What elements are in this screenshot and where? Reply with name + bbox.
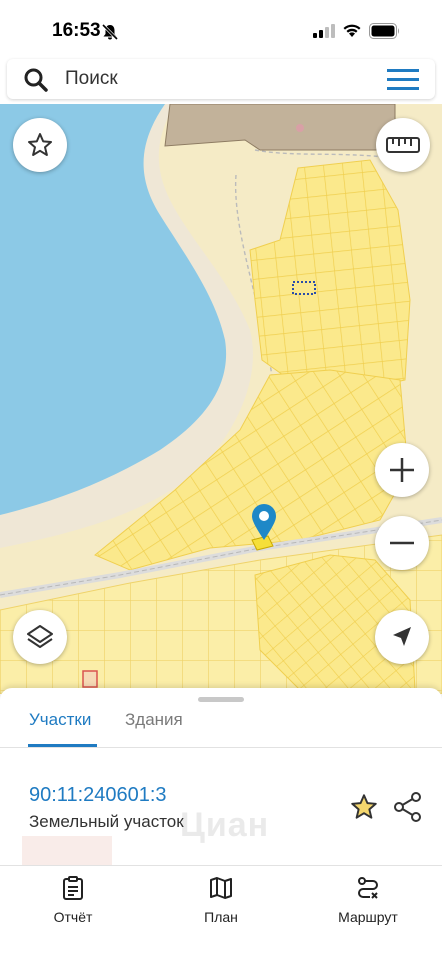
parcel-type: Земельный участок <box>29 812 184 831</box>
zoom-out-button[interactable] <box>375 516 429 570</box>
bottom-nav: Отчёт План Маршрут <box>0 865 442 961</box>
status-bar: 16:53 <box>0 0 442 60</box>
ruler-button[interactable] <box>376 118 430 172</box>
tab-buildings[interactable]: Здания <box>125 710 183 730</box>
zoom-in-button[interactable] <box>375 443 429 497</box>
search-icon[interactable] <box>23 67 49 93</box>
cadastral-number[interactable]: 90:11:240601:3 <box>29 784 167 807</box>
ruler-icon <box>386 137 420 153</box>
layers-button[interactable] <box>13 610 67 664</box>
nav-plan[interactable]: План <box>151 866 291 925</box>
plus-icon <box>390 458 414 482</box>
search-bar[interactable]: Поиск <box>7 59 435 99</box>
route-icon <box>358 877 378 899</box>
star-favorite-icon[interactable] <box>349 792 379 822</box>
nav-report[interactable]: Отчёт <box>3 866 143 925</box>
tab-parcels[interactable]: Участки <box>29 710 91 730</box>
status-time: 16:53 <box>52 20 101 41</box>
nav-report-label: Отчёт <box>53 909 93 925</box>
my-location-button[interactable] <box>375 610 429 664</box>
cell-signal-icon <box>313 24 335 38</box>
sheet-drag-handle[interactable] <box>198 697 244 702</box>
map-plan-icon <box>210 877 232 899</box>
battery-icon <box>369 23 399 39</box>
layers-icon <box>27 625 53 648</box>
tabs-divider <box>0 747 442 748</box>
navigation-arrow-icon <box>393 627 411 646</box>
hamburger-menu-icon[interactable] <box>387 69 419 91</box>
nav-plan-label: План <box>204 909 238 925</box>
report-icon <box>63 876 83 900</box>
highlighted-parcel[interactable] <box>292 281 316 295</box>
nav-route[interactable]: Маршрут <box>298 866 438 925</box>
watermark-text: Циан <box>180 806 270 844</box>
bell-muted-icon <box>101 24 119 40</box>
share-icon[interactable] <box>393 791 423 823</box>
search-input[interactable]: Поиск <box>65 68 118 90</box>
cadastral-map[interactable] <box>0 104 442 694</box>
minus-icon <box>390 541 414 545</box>
map-view[interactable] <box>0 104 442 694</box>
favorite-button[interactable] <box>13 118 67 172</box>
nav-route-label: Маршрут <box>338 909 398 925</box>
star-outline-icon <box>28 133 52 156</box>
building-parcel <box>164 104 396 151</box>
wifi-icon <box>343 24 361 37</box>
